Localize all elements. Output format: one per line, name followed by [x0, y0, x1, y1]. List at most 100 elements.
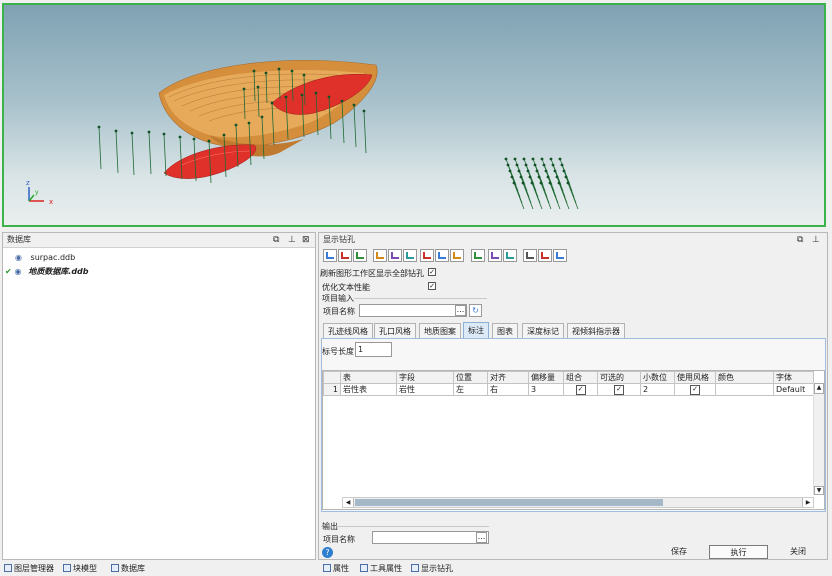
- column-header[interactable]: 位置: [453, 371, 488, 384]
- cell-table[interactable]: 岩性表: [340, 383, 397, 396]
- cell-position[interactable]: 左: [453, 383, 488, 396]
- drillhole-trace: [98, 126, 102, 170]
- drillhole-collar: [530, 181, 534, 185]
- column-header[interactable]: 小数位: [640, 371, 675, 384]
- column-header[interactable]: 偏移量: [528, 371, 564, 384]
- pin-icon[interactable]: ⊥: [812, 233, 820, 247]
- drillhole-trace: [540, 182, 552, 210]
- horizontal-scrollbar[interactable]: ◀ ▶: [342, 497, 814, 508]
- project-name-input[interactable]: [359, 304, 467, 317]
- close-icon[interactable]: ⊠: [302, 233, 310, 247]
- collar-style-icon[interactable]: [338, 249, 352, 262]
- scroll-up-icon[interactable]: ▲: [814, 383, 824, 394]
- table-row[interactable]: 1 岩性表 岩性 左 右 3 ✓ ✓ 2 ✓ Default: [323, 383, 814, 396]
- refresh-icon[interactable]: ↻: [469, 304, 482, 317]
- column-header[interactable]: 字段: [396, 371, 454, 384]
- browse-button[interactable]: ...: [455, 305, 466, 316]
- checkmark-icon[interactable]: ✔: [5, 267, 12, 276]
- run-button[interactable]: 执行: [709, 545, 768, 559]
- close-button[interactable]: 关闭: [770, 545, 826, 559]
- combine-checkbox[interactable]: ✓: [575, 385, 586, 395]
- use-style-checkbox[interactable]: ✓: [690, 385, 700, 395]
- cell-optional[interactable]: ✓: [597, 383, 641, 396]
- grid-icon[interactable]: [488, 249, 502, 262]
- marker-icon[interactable]: [450, 249, 464, 262]
- refresh-checkbox[interactable]: ✓: [428, 268, 436, 276]
- tab-4[interactable]: 图表: [492, 323, 518, 338]
- cell-color[interactable]: [715, 383, 774, 396]
- cell-font[interactable]: Default: [773, 383, 814, 396]
- column-header[interactable]: 对齐: [487, 371, 529, 384]
- pin-icon[interactable]: ⊥: [288, 233, 296, 247]
- optimize-checkbox[interactable]: ✓: [428, 282, 436, 290]
- eye-icon[interactable]: ◉: [15, 267, 22, 276]
- bottom-tab-tools[interactable]: 工具属性: [360, 562, 402, 576]
- drillhole-collar: [362, 109, 366, 113]
- table-header-row: 表字段 位置 对齐 偏移量 组合 可选的 小数位 使用风格 颜色 字体: [323, 371, 814, 384]
- color-icon[interactable]: [471, 249, 485, 262]
- drillhole-collar: [284, 95, 288, 99]
- label-length-input[interactable]: 1: [355, 342, 392, 357]
- cell-offset[interactable]: 3: [528, 383, 564, 396]
- db-item-geology[interactable]: ✔ ◉ 地质数据库.ddb: [5, 266, 89, 278]
- drillhole-collar: [542, 163, 546, 167]
- cell-decimals[interactable]: 2: [640, 383, 675, 396]
- tab-2[interactable]: 地质图案: [419, 323, 461, 338]
- database-panel-header: 数据库 ⧉ ⊥ ⊠: [3, 233, 315, 248]
- pattern-icon[interactable]: [353, 249, 367, 262]
- question-icon[interactable]: ?: [322, 547, 333, 558]
- column-header[interactable]: [323, 371, 341, 384]
- dip-icon[interactable]: [420, 249, 434, 262]
- bottom-tab-block-model[interactable]: 块模型: [63, 562, 97, 576]
- tab-3[interactable]: 标注: [463, 322, 489, 339]
- float-icon[interactable]: ⧉: [273, 233, 279, 247]
- cell-align[interactable]: 右: [487, 383, 529, 396]
- tab-6[interactable]: 视倾斜指示器: [567, 323, 625, 338]
- db-item-surpac[interactable]: ◉ surpac.ddb: [15, 252, 75, 264]
- column-header[interactable]: 使用风格: [674, 371, 716, 384]
- label-icon[interactable]: [373, 249, 387, 262]
- vertical-scrollbar[interactable]: ▲ ▼: [813, 383, 824, 495]
- output-browse-button[interactable]: ...: [476, 532, 487, 543]
- optional-checkbox[interactable]: ✓: [614, 385, 624, 395]
- column-header[interactable]: 颜色: [715, 371, 774, 384]
- cursor-icon[interactable]: [523, 249, 537, 262]
- bottom-tab-properties[interactable]: 属性: [323, 562, 349, 576]
- database-panel-title: 数据库: [7, 235, 31, 244]
- trace-style-icon[interactable]: [323, 249, 337, 262]
- bottom-tab-database[interactable]: 数据库: [111, 562, 145, 576]
- bottom-tab-drillhole[interactable]: 显示钻孔: [411, 562, 453, 576]
- scroll-right-icon[interactable]: ▶: [802, 498, 813, 507]
- output-legend: 输出: [322, 521, 338, 532]
- float-icon[interactable]: ⧉: [797, 233, 803, 247]
- save-button[interactable]: 保存: [650, 545, 708, 559]
- eye-icon[interactable]: ◉: [15, 253, 22, 262]
- drillhole-collar: [553, 169, 557, 173]
- bottom-tab-layers[interactable]: 图层管理器: [4, 562, 54, 576]
- column-header[interactable]: 字体: [773, 371, 814, 384]
- column-header[interactable]: 表: [340, 371, 397, 384]
- chart-icon[interactable]: [388, 249, 402, 262]
- horizontal-scroll-thumb[interactable]: [355, 499, 663, 506]
- cell-use-style[interactable]: ✓: [674, 383, 716, 396]
- drillhole-collar: [531, 157, 535, 161]
- grid-alt-icon[interactable]: [503, 249, 517, 262]
- scroll-down-icon[interactable]: ▼: [814, 486, 824, 495]
- depth-icon[interactable]: [403, 249, 417, 262]
- cell-field[interactable]: 岩性: [396, 383, 454, 396]
- scroll-left-icon[interactable]: ◀: [343, 498, 354, 507]
- column-header[interactable]: 可选的: [597, 371, 641, 384]
- tab-1[interactable]: 孔口风格: [374, 323, 416, 338]
- column-header[interactable]: 组合: [563, 371, 598, 384]
- drillhole-collar: [178, 135, 182, 139]
- tab-5[interactable]: 深度标记: [522, 323, 564, 338]
- database-icon: [111, 564, 119, 572]
- 3d-viewport[interactable]: z x y: [2, 3, 826, 227]
- cell-combine[interactable]: ✓: [563, 383, 598, 396]
- cursor-alt-icon[interactable]: [538, 249, 552, 262]
- output-name-input[interactable]: [372, 531, 489, 544]
- drillhole-trace: [148, 131, 152, 175]
- graph-icon[interactable]: [435, 249, 449, 262]
- tab-0[interactable]: 孔迹线风格: [323, 323, 373, 338]
- cursor-select-icon[interactable]: [553, 249, 567, 262]
